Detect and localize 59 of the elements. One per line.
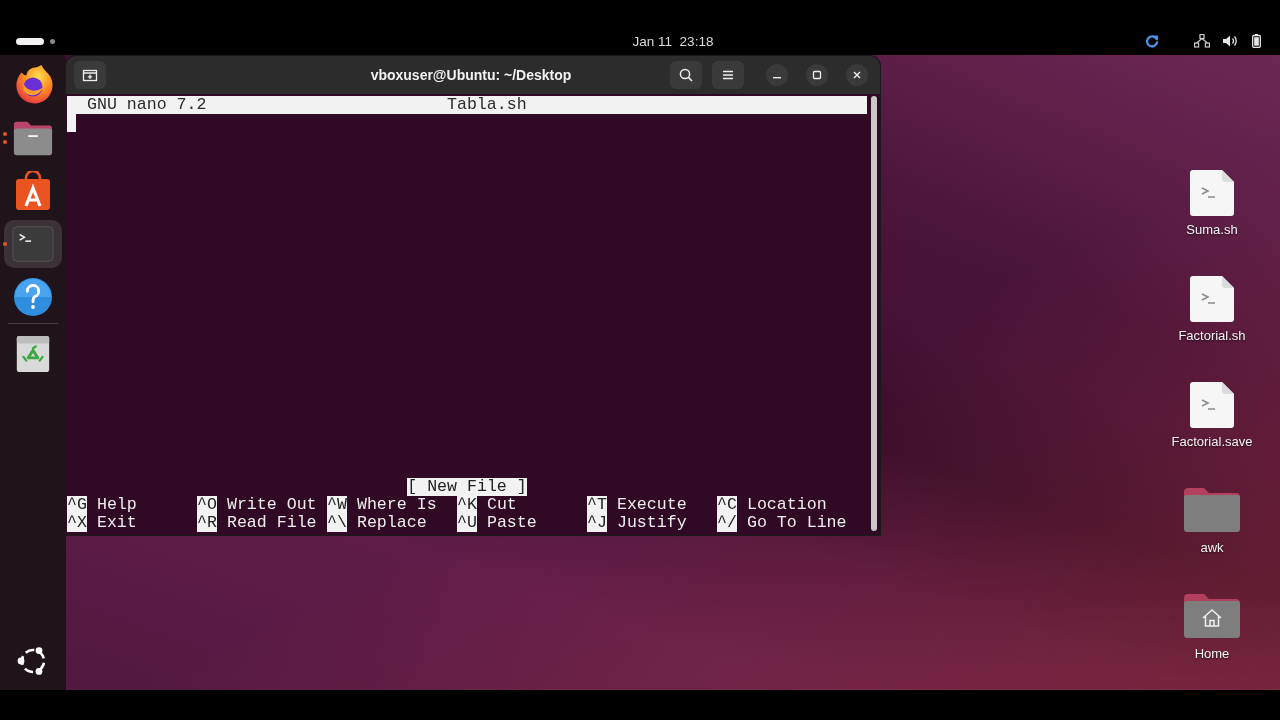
shortcut-key: ^T xyxy=(587,496,607,514)
close-button[interactable] xyxy=(846,64,868,86)
shortcut-label: Exit xyxy=(96,514,137,532)
window-title: vboxuser@Ubuntu: ~/Desktop xyxy=(370,67,572,83)
desktop-icon-label[interactable]: Factorial.sh xyxy=(1178,328,1246,344)
shortcut-key: ^C xyxy=(717,496,737,514)
desktop-icon-label[interactable]: awk xyxy=(1200,540,1224,556)
shortcut-key: ^O xyxy=(197,496,217,514)
shortcut-key: ^J xyxy=(587,514,607,532)
script-file-icon[interactable] xyxy=(1190,382,1234,428)
shortcut-key: ^U xyxy=(457,514,477,532)
shortcut-label: Where Is xyxy=(356,496,437,514)
terminal-icon xyxy=(12,224,54,264)
scrollbar-thumb[interactable] xyxy=(870,96,877,531)
workspace-indicator-icon[interactable] xyxy=(16,37,44,45)
shortcut-label: Help xyxy=(96,496,137,514)
shortcut-label: Replace xyxy=(356,514,427,532)
shortcut-label: Read File xyxy=(226,514,317,532)
shortcut-key: ^/ xyxy=(717,514,737,532)
search-button[interactable] xyxy=(670,61,702,89)
shortcut-key: ^R xyxy=(197,514,217,532)
desktop-icon-label[interactable]: Home xyxy=(1194,646,1230,662)
maximize-icon xyxy=(812,70,822,80)
close-icon xyxy=(852,70,862,80)
workspace-dot-icon[interactable] xyxy=(50,38,55,44)
shortcut-label: Execute xyxy=(616,496,687,514)
update-arrow-icon[interactable] xyxy=(1145,34,1159,48)
folder-icon[interactable] xyxy=(1184,488,1240,532)
desktop-icon-label[interactable]: Factorial.save xyxy=(1171,434,1253,450)
file-name: Tabla.sh xyxy=(447,96,528,114)
minimize-button[interactable] xyxy=(766,64,788,86)
shortcut-label: Write Out xyxy=(226,496,317,514)
new-tab-icon xyxy=(82,67,98,83)
search-icon xyxy=(678,67,694,83)
clock[interactable]: Jan 11 23:18 xyxy=(632,33,714,49)
shortcut-key: ^X xyxy=(67,514,87,532)
maximize-button[interactable] xyxy=(806,64,828,86)
home-folder-icon[interactable] xyxy=(1184,594,1240,638)
shortcut-label: Go To Line xyxy=(746,514,847,532)
speaker-icon[interactable] xyxy=(1222,34,1238,48)
editor-version: GNU nano 7.2 xyxy=(86,96,208,114)
shortcut-label: Paste xyxy=(486,514,537,532)
shortcut-key: ^\ xyxy=(327,514,347,532)
desktop-icon-label[interactable]: Suma.sh xyxy=(1186,222,1238,238)
status-message: [ New File ] xyxy=(407,478,527,496)
shortcut-label: Justify xyxy=(616,514,687,532)
script-file-icon[interactable] xyxy=(1190,276,1234,322)
help-icon xyxy=(12,277,54,317)
script-file-icon[interactable] xyxy=(1190,170,1234,216)
minimize-icon xyxy=(773,77,781,79)
shortcut-label: Cut xyxy=(486,496,517,514)
new-tab-button[interactable] xyxy=(74,61,106,89)
menu-button[interactable] xyxy=(712,61,744,89)
battery-icon[interactable] xyxy=(1252,34,1261,48)
shortcut-key: ^G xyxy=(67,496,87,514)
network-icon[interactable] xyxy=(1194,34,1210,48)
shortcut-key: ^W xyxy=(327,496,347,514)
shortcut-key: ^K xyxy=(457,496,477,514)
shortcut-label: Location xyxy=(746,496,827,514)
